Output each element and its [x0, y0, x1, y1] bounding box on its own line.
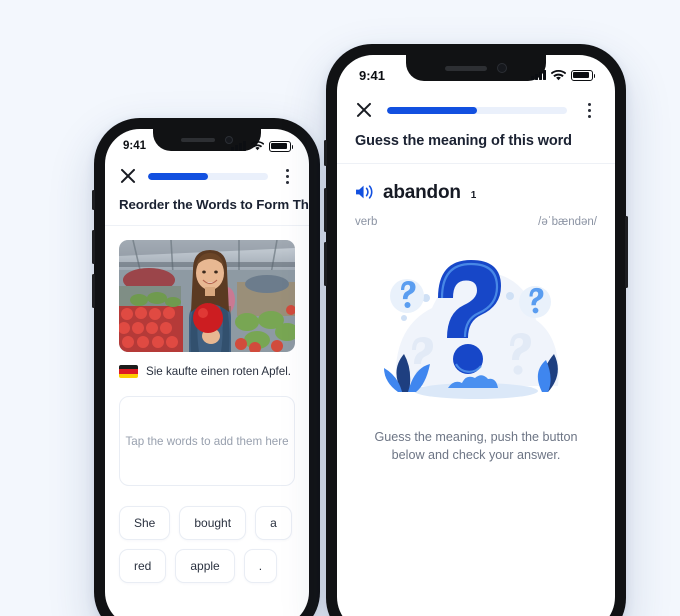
word-chip[interactable]: .: [243, 549, 278, 583]
word-chip[interactable]: She: [119, 506, 171, 540]
battery-icon: [571, 69, 596, 81]
more-options-icon[interactable]: [581, 101, 597, 119]
divider: [105, 225, 309, 226]
word-sense-number: 1: [470, 190, 477, 201]
wifi-icon: [251, 141, 264, 151]
silent-switch[interactable]: [324, 140, 327, 166]
status-time: 9:41: [123, 140, 147, 152]
word-chip[interactable]: a: [255, 506, 292, 540]
german-flag-icon: [119, 365, 138, 378]
silent-switch[interactable]: [92, 190, 95, 210]
more-options-icon[interactable]: [279, 167, 295, 185]
lesson-progress-bar: [387, 106, 567, 114]
speaker-audio-icon[interactable]: [355, 184, 374, 205]
illustration-container: [337, 228, 615, 412]
answer-dropzone[interactable]: Tap the words to add them here: [119, 396, 295, 486]
status-indicators: [231, 140, 294, 152]
word-chip[interactable]: apple: [175, 549, 235, 583]
word-chip-list: She bought a red apple.: [105, 486, 309, 583]
word-chip[interactable]: bought: [179, 506, 247, 540]
phone-device-right: 9:41 Guess the meaning of this word aban…: [324, 44, 628, 616]
volume-up-button[interactable]: [92, 230, 95, 264]
phone-screen-left: 9:41 Reorder the Words to Form Th Sie ka…: [105, 129, 309, 616]
status-bar-left: 9:41: [105, 129, 309, 163]
part-of-speech: verb: [355, 216, 378, 228]
phone-screen-right: 9:41 Guess the meaning of this word aban…: [337, 55, 615, 616]
app-header-right: [337, 95, 615, 133]
screenshot-stage: 9:41 Reorder the Words to Form Th Sie ka…: [0, 0, 680, 616]
prompt-sentence-text: Sie kaufte einen roten Apfel.: [146, 365, 292, 378]
volume-down-button[interactable]: [92, 274, 95, 308]
lesson-progress-bar: [148, 172, 268, 180]
exercise-title-right: Guess the meaning of this word: [355, 133, 572, 149]
power-button[interactable]: [625, 216, 628, 288]
cellular-signal-icon: [231, 141, 246, 151]
phone-device-left: 9:41 Reorder the Words to Form Th Sie ka…: [92, 118, 320, 616]
hint-text: Guess the meaning, push the button below…: [374, 430, 578, 463]
word-meta-row: verb /əˈbændən/: [355, 216, 597, 228]
dropzone-placeholder: Tap the words to add them here: [125, 434, 289, 448]
close-icon[interactable]: [355, 101, 373, 119]
status-bar-right: 9:41: [337, 55, 615, 95]
volume-down-button[interactable]: [324, 242, 327, 286]
volume-up-button[interactable]: [324, 188, 327, 232]
word-headline-row: abandon 1: [355, 182, 597, 204]
wifi-icon: [551, 69, 566, 80]
cellular-signal-icon: [531, 70, 546, 80]
word-term: abandon: [383, 182, 461, 203]
status-time: 9:41: [359, 67, 386, 83]
app-header-left: [105, 163, 309, 197]
word-card: abandon 1 verb /əˈbændən/: [337, 164, 615, 228]
question-mark-illustration: [384, 260, 559, 399]
word-chip[interactable]: red: [119, 549, 167, 583]
close-icon[interactable]: [119, 167, 137, 185]
status-indicators: [531, 69, 596, 81]
exercise-image: [119, 240, 295, 352]
prompt-sentence-row: Sie kaufte einen roten Apfel.: [105, 352, 309, 378]
exercise-title-left: Reorder the Words to Form The Sentence: [119, 197, 309, 212]
battery-icon: [269, 140, 294, 152]
phonetic-transcription: /əˈbændən/: [538, 216, 597, 228]
